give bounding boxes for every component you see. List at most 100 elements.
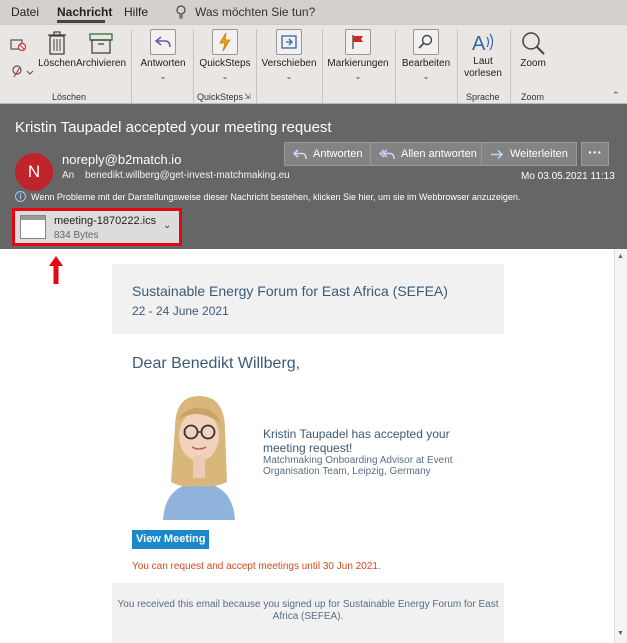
group-label-zoom: Zoom <box>521 92 545 102</box>
to-label: An <box>62 170 75 181</box>
edit-label: Bearbeiten <box>401 58 451 69</box>
move-label: Verschieben <box>261 58 317 69</box>
calendar-file-icon <box>20 215 46 239</box>
view-meeting-button[interactable]: View Meeting <box>132 530 210 549</box>
info-icon: i <box>15 191 26 202</box>
quicksteps-button[interactable]: QuickSteps ⌄ <box>197 29 253 83</box>
scrollbar[interactable] <box>614 249 627 643</box>
archive-label: Archivieren <box>76 58 127 69</box>
email-footer: You received this email because you sign… <box>117 599 499 622</box>
reply-label: Antworten <box>313 148 363 160</box>
tell-me-box[interactable]: Was möchten Sie tun? <box>175 3 315 21</box>
accepted-message: Kristin Taupadel has accepted your meeti… <box>263 427 450 455</box>
junk-icon <box>12 65 34 78</box>
forward-label: Weiterleiten <box>510 148 568 160</box>
dialog-launcher-icon[interactable]: ⇲ <box>244 92 251 101</box>
recipient-address[interactable]: benedikt.willberg@get-invest-matchmaking… <box>85 170 290 181</box>
attachment-size: 834 Bytes <box>54 230 99 241</box>
respond-icon-box <box>150 29 176 55</box>
profile-photo <box>135 390 263 520</box>
zoom-label: Zoom <box>520 58 546 69</box>
tab-message[interactable]: Nachricht <box>57 5 112 19</box>
ignore-button[interactable] <box>10 37 27 55</box>
reply-all-icon <box>379 148 395 159</box>
edit-icon-box <box>413 29 439 55</box>
ribbon: Löschen Archivieren Löschen Antworten ⌄ … <box>0 24 627 104</box>
archive-button[interactable]: Archivieren <box>76 31 126 70</box>
tab-help[interactable]: Hilfe <box>124 5 148 19</box>
reply-all-button[interactable]: Allen antworten <box>370 142 486 166</box>
red-arrow-annotation <box>49 256 63 284</box>
group-label-quicksteps: QuickSteps <box>197 92 244 102</box>
archive-icon <box>89 33 113 54</box>
info-bar[interactable]: i Wenn Probleme mit der Darstellungsweis… <box>15 191 520 202</box>
respond-label: Antworten <box>140 58 186 69</box>
sender-address[interactable]: noreply@b2match.io <box>62 152 181 167</box>
ribbon-separator <box>256 29 257 103</box>
chevron-down-icon: ⌄ <box>422 72 430 81</box>
message-subject: Kristin Taupadel accepted your meeting r… <box>15 119 332 136</box>
svg-text:A: A <box>472 33 486 53</box>
reply-button[interactable]: Antworten <box>284 142 372 166</box>
attachment-name: meeting-1870222.ics <box>54 215 157 227</box>
tags-label: Markierungen <box>327 58 389 69</box>
ribbon-separator <box>131 29 132 103</box>
scroll-down-icon[interactable]: ▼ <box>617 630 624 637</box>
quicksteps-label: QuickSteps <box>199 58 251 69</box>
chevron-down-icon: ⌄ <box>159 72 167 81</box>
zoom-icon <box>522 32 545 55</box>
active-tab-indicator <box>57 20 105 23</box>
tab-file[interactable]: Datei <box>11 5 39 19</box>
event-date: 22 - 24 June 2021 <box>132 304 229 318</box>
event-title: Sustainable Energy Forum for East Africa… <box>132 283 448 299</box>
ribbon-separator <box>395 29 396 103</box>
ribbon-separator <box>510 29 511 103</box>
delete-button[interactable]: Löschen <box>38 31 76 70</box>
ribbon-separator <box>193 29 194 103</box>
trash-icon <box>48 31 66 55</box>
deadline-text: You can request and accept meetings unti… <box>132 561 381 572</box>
scroll-up-icon[interactable]: ▲ <box>617 253 624 260</box>
info-text: Wenn Probleme mit der Darstellungsweise … <box>31 191 521 202</box>
zoom-button[interactable]: Zoom <box>514 31 552 70</box>
reply-all-label: Allen antworten <box>401 148 477 160</box>
flag-icon <box>352 35 363 49</box>
read-aloud-label-1: Laut <box>473 56 493 67</box>
forward-icon <box>491 149 504 159</box>
move-icon <box>281 35 297 49</box>
group-label-delete: Löschen <box>52 92 87 102</box>
reply-icon <box>155 36 171 48</box>
ribbon-separator <box>322 29 323 103</box>
reply-icon <box>293 148 307 159</box>
quicksteps-icon-box <box>212 29 238 55</box>
find-icon <box>418 34 433 49</box>
ribbon-separator <box>457 29 458 103</box>
attachment-item[interactable]: meeting-1870222.ics 834 Bytes ⌄ <box>12 208 182 246</box>
ribbon-tab-bar: Datei Nachricht Hilfe Was möchten Sie tu… <box>0 0 627 24</box>
edit-button[interactable]: Bearbeiten ⌄ <box>399 29 453 83</box>
move-icon-box <box>276 29 302 55</box>
read-aloud-label-2: vorlesen <box>464 68 502 79</box>
move-button[interactable]: Verschieben ⌄ <box>260 29 318 83</box>
avatar: N <box>15 153 53 191</box>
read-aloud-button[interactable]: A Laut vorlesen <box>460 31 506 80</box>
chevron-down-icon: ⌄ <box>354 72 362 81</box>
junk-button[interactable] <box>10 65 34 83</box>
lightning-icon <box>219 32 231 52</box>
ignore-icon <box>10 39 27 52</box>
respond-button[interactable]: Antworten ⌄ <box>136 29 190 83</box>
group-label-speech: Sprache <box>466 92 500 102</box>
received-datetime: Mo 03.05.2021 11:13 <box>521 171 615 182</box>
read-aloud-icon: A <box>472 33 494 53</box>
greeting: Dear Benedikt Willberg, <box>132 355 301 372</box>
tags-button[interactable]: Markierungen ⌄ <box>326 29 390 83</box>
forward-button[interactable]: Weiterleiten <box>481 142 577 166</box>
tags-icon-box <box>345 29 371 55</box>
lightbulb-icon <box>176 5 186 19</box>
message-header: Kristin Taupadel accepted your meeting r… <box>0 104 627 249</box>
chevron-down-icon: ⌄ <box>221 72 229 81</box>
more-actions-button[interactable]: ··· <box>581 142 609 166</box>
contact-role: Matchmaking Onboarding Advisor at Event … <box>263 455 453 477</box>
collapse-ribbon-icon[interactable]: ⌃ <box>612 90 620 101</box>
chevron-down-icon[interactable]: ⌄ <box>163 220 171 231</box>
